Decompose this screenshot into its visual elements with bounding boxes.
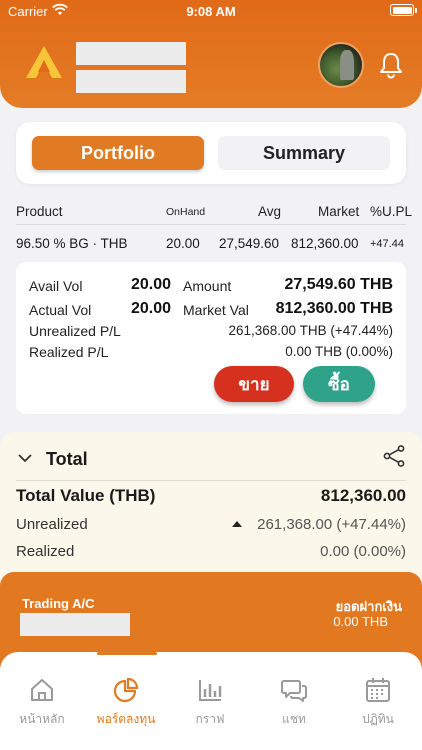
buy-button[interactable]: ซื้อ: [303, 366, 375, 402]
realized-value: 0.00 (0.00%): [320, 543, 406, 560]
divider: [16, 480, 406, 481]
app-logo-icon: [26, 46, 62, 78]
clock: 9:08 AM: [186, 4, 236, 19]
avail-vol-value: 20.00: [131, 276, 172, 293]
bar-chart-icon: [199, 680, 222, 701]
battery-tip: [415, 8, 417, 13]
realized-label: Realized: [16, 543, 75, 560]
bottom-tab-bar: หน้าหลัก พอร์ตลงทุน กราฟ แชท ปฏิทิน: [0, 652, 422, 750]
nav-graph-label: กราฟ: [195, 712, 225, 726]
col-product: Product: [16, 204, 63, 219]
pie-chart-icon: [113, 677, 139, 703]
active-tab-indicator: [97, 652, 157, 655]
total-value-label: Total Value (THB): [16, 486, 156, 505]
bell-icon[interactable]: [378, 51, 404, 79]
avail-vol-label: Avail Vol: [29, 278, 83, 294]
view-switcher: Portfolio Summary: [16, 122, 406, 184]
battery-icon: [390, 4, 414, 16]
nav-home[interactable]: หน้าหลัก: [0, 676, 84, 729]
nav-home-label: หน้าหลัก: [19, 712, 65, 726]
amount-value: 27,549.60 THB: [284, 276, 393, 293]
sell-button[interactable]: ขาย: [214, 366, 294, 402]
unrealized-pl-label: Unrealized P/L: [29, 323, 121, 339]
total-value: 812,360.00: [320, 486, 406, 505]
redacted-account: [76, 70, 186, 93]
nav-calendar-label: ปฏิทิน: [362, 712, 394, 726]
table-header: Product OnHand Avg Market %U.PL: [0, 202, 422, 222]
tab-summary[interactable]: Summary: [218, 136, 390, 170]
market-val-label: Market Val: [183, 302, 249, 318]
avatar[interactable]: [318, 42, 364, 88]
nav-portfolio-label: พอร์ตลงทุน: [96, 712, 156, 726]
col-avg: Avg: [258, 204, 282, 219]
cell-product: 96.50 % BG · THB: [16, 236, 128, 251]
divider: [16, 224, 406, 225]
cell-onhand: 20.00: [166, 236, 200, 251]
unrealized-pl-value: 261,368.00 THB (+47.44%): [228, 323, 394, 338]
up-arrow-icon: [232, 521, 242, 527]
actual-vol-value: 20.00: [131, 300, 172, 317]
deposit-value: 0.00 THB: [333, 614, 388, 629]
chevron-down-icon[interactable]: [18, 454, 32, 463]
amount-label: Amount: [183, 278, 232, 294]
position-detail-card: Avail Vol 20.00 Amount 27,549.60 THB Act…: [16, 262, 406, 414]
actual-vol-label: Actual Vol: [29, 302, 92, 318]
cell-avg: 27,549.60: [219, 236, 280, 251]
realized-pl-value: 0.00 THB (0.00%): [285, 344, 393, 359]
trading-account-label: Trading A/C: [22, 596, 95, 611]
share-icon[interactable]: [382, 444, 406, 468]
col-market: Market: [318, 204, 360, 219]
col-onhand: OnHand: [166, 206, 206, 218]
home-icon: [31, 679, 53, 701]
status-bar: Carrier 9:08 AM: [0, 0, 422, 24]
cell-market: 812,360.00: [291, 236, 359, 251]
market-val-value: 812,360.00 THB: [275, 300, 393, 317]
header-bar: Carrier 9:08 AM: [0, 0, 422, 108]
nav-calendar[interactable]: ปฏิทิน: [336, 676, 420, 729]
realized-pl-label: Realized P/L: [29, 344, 109, 360]
nav-chat[interactable]: แชท: [252, 676, 336, 729]
unrealized-label: Unrealized: [16, 516, 88, 533]
redacted-account-number: [20, 613, 130, 636]
nav-chat-label: แชท: [282, 712, 306, 726]
calendar-icon: [366, 678, 390, 702]
total-title: Total: [46, 449, 88, 469]
nav-portfolio[interactable]: พอร์ตลงทุน: [84, 676, 168, 729]
unrealized-value: 261,368.00 (+47.44%): [257, 516, 406, 533]
chat-icon: [281, 680, 307, 702]
redacted-name: [76, 42, 186, 65]
col-upl: %U.PL: [370, 204, 413, 219]
tab-portfolio[interactable]: Portfolio: [32, 136, 204, 170]
cell-upl: +47.44: [370, 238, 404, 250]
nav-graph[interactable]: กราฟ: [168, 676, 252, 729]
